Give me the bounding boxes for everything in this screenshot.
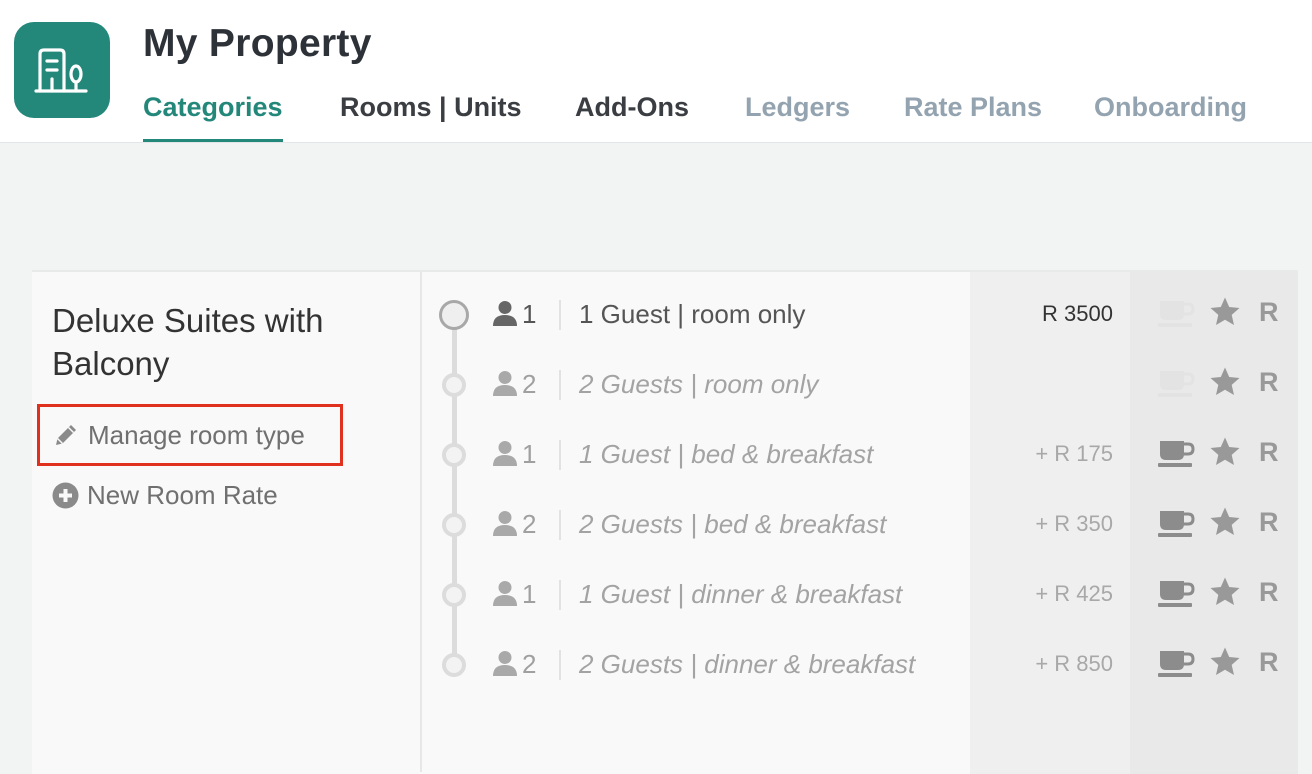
divider [559,370,561,400]
rate-price: + R 425 [1035,581,1113,606]
rate-letter-icon[interactable]: R [1259,367,1279,398]
guest-count: 1 [522,439,537,469]
rate-letter-icon[interactable]: R [1259,297,1279,328]
coffee-cup-icon[interactable] [1158,368,1196,398]
rate-name: 1 Guest | room only [579,299,806,329]
page-title: My Property [143,22,372,65]
building-tree-icon [34,48,88,93]
tab-rooms-units[interactable]: Rooms | Units [340,88,522,142]
guest-count: 2 [522,509,537,539]
divider [559,300,561,330]
rate-select-dot[interactable] [442,443,466,467]
rate-select-dot[interactable] [442,373,466,397]
rate-price: + R 175 [1035,441,1113,466]
tab-rate-plans[interactable]: Rate Plans [904,88,1042,142]
guest-icon [493,511,517,536]
rate-letter-icon[interactable]: R [1259,647,1279,678]
star-icon[interactable] [1209,436,1241,468]
coffee-cup-icon[interactable] [1158,298,1196,328]
tab-add-ons[interactable]: Add-Ons [575,88,689,142]
app-header: My Property Categories Rooms | Units Add… [0,0,1312,143]
rate-select-dot[interactable] [439,300,469,330]
guest-count: 1 [522,299,537,329]
divider [559,580,561,610]
rate-row[interactable]: 2 2 Guests | room only R [32,350,1298,420]
star-icon[interactable] [1209,366,1241,398]
rate-row[interactable]: 2 2 Guests | bed & breakfast + R 350 R [32,490,1298,560]
star-icon[interactable] [1209,296,1241,328]
rate-name: 2 Guests | room only [579,369,819,399]
rate-row[interactable]: 1 1 Guest | bed & breakfast + R 175 R [32,420,1298,490]
tab-onboarding[interactable]: Onboarding [1094,88,1247,142]
rate-row[interactable]: 1 1 Guest | room only R 3500 R [32,280,1298,350]
rate-name: 1 Guest | dinner & breakfast [579,579,903,609]
rate-name: 2 Guests | bed & breakfast [579,509,887,539]
star-icon[interactable] [1209,646,1241,678]
star-icon[interactable] [1209,506,1241,538]
tab-ledgers[interactable]: Ledgers [745,88,850,142]
rate-select-dot[interactable] [442,583,466,607]
room-type-card: Deluxe Suites with Balcony Manage room t… [32,270,1298,774]
divider [559,440,561,470]
rate-letter-icon[interactable]: R [1259,507,1279,538]
rate-letter-icon[interactable]: R [1259,437,1279,468]
property-logo[interactable] [14,22,110,118]
guest-icon [493,441,517,466]
rate-select-dot[interactable] [442,513,466,537]
rate-name: 1 Guest | bed & breakfast [579,439,874,469]
rate-row[interactable]: 1 1 Guest | dinner & breakfast + R 425 R [32,560,1298,630]
rate-price: + R 850 [1035,651,1113,676]
coffee-cup-icon[interactable] [1158,508,1196,538]
rate-letter-icon[interactable]: R [1259,577,1279,608]
guest-icon [493,301,517,326]
guest-icon [493,651,517,676]
guest-icon [493,371,517,396]
tab-categories[interactable]: Categories [143,88,283,142]
divider [559,650,561,680]
divider [559,510,561,540]
guest-count: 2 [522,369,537,399]
coffee-cup-icon[interactable] [1158,578,1196,608]
coffee-cup-icon[interactable] [1158,648,1196,678]
rate-price: + R 350 [1035,511,1113,536]
coffee-cup-icon[interactable] [1158,438,1196,468]
rate-row[interactable]: 2 2 Guests | dinner & breakfast + R 850 R [32,630,1298,700]
rate-name: 2 Guests | dinner & breakfast [579,649,916,679]
star-icon[interactable] [1209,576,1241,608]
guest-count: 1 [522,579,537,609]
rate-price: R 3500 [1042,301,1113,326]
guest-icon [493,581,517,606]
guest-count: 2 [522,649,537,679]
rate-select-dot[interactable] [442,653,466,677]
